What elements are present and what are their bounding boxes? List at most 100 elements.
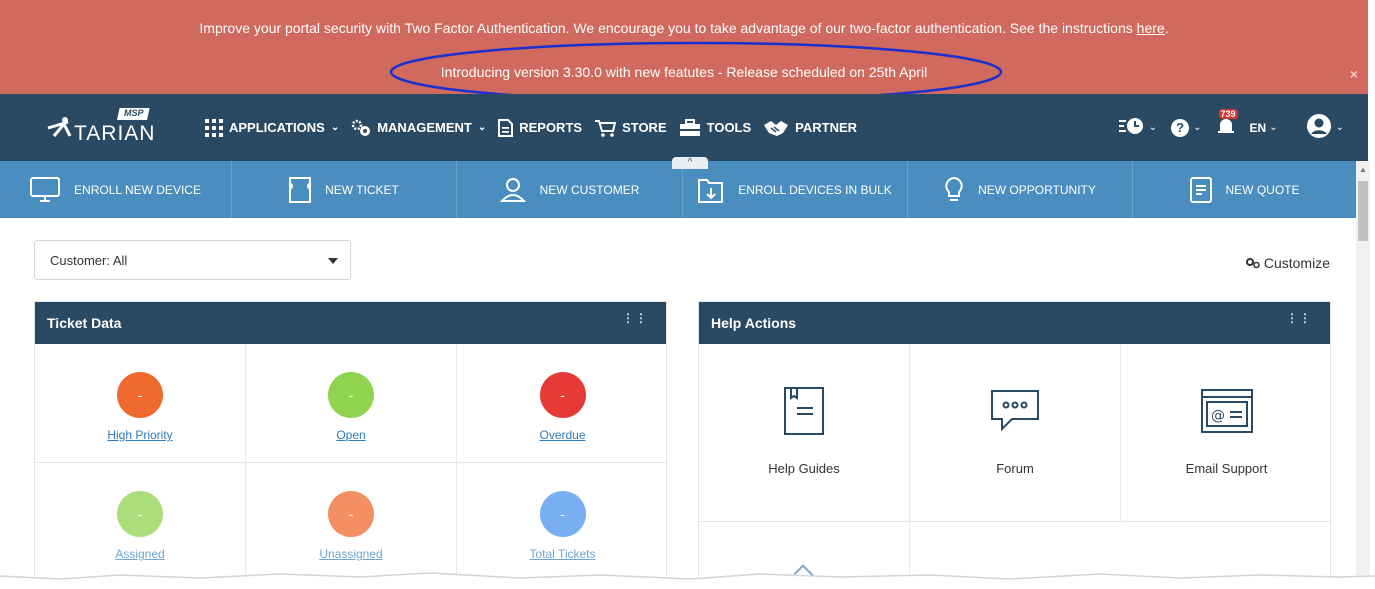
menu-applications[interactable]: APPLICATIONS ⌄ (205, 118, 340, 137)
lightbulb-icon (944, 176, 964, 204)
grid-icon (205, 118, 223, 137)
scroll-up-icon[interactable]: ▲ (1359, 165, 1367, 174)
quick-action-label: NEW TICKET (325, 182, 399, 197)
widget-title: Ticket Data (47, 315, 122, 331)
chevron-down-icon: ⌄ (1148, 122, 1158, 133)
menu-store[interactable]: STORE (594, 119, 667, 137)
new-quote-button[interactable]: NEW QUOTE (1133, 161, 1356, 218)
stat-link[interactable]: Open (336, 428, 365, 442)
torn-edge (0, 572, 1375, 589)
chevron-down-icon: ⌄ (1193, 122, 1202, 133)
menu-label: TOOLS (706, 120, 752, 135)
user-toolbar: ⌄ ? ⌄ 739 EN ⌄ ⌄ (1105, 94, 1344, 161)
bell-icon (1216, 117, 1236, 138)
stat-overdue[interactable]: - Overdue (457, 344, 668, 463)
widget-header: Help Actions ⋮⋮ (699, 302, 1330, 344)
enroll-devices-bulk-button[interactable]: ENROLL DEVICES IN BULK (683, 161, 908, 218)
collapse-toolbar-button[interactable]: ^ (672, 157, 708, 169)
customer-filter-dropdown[interactable]: Customer: All (34, 240, 351, 280)
chevron-down-icon: ⌄ (1269, 122, 1278, 133)
help-guides-tile[interactable]: Help Guides (699, 344, 910, 522)
scrollbar-thumb[interactable] (1358, 181, 1368, 241)
chevron-down-icon: ⌄ (330, 122, 340, 133)
two-factor-text: Improve your portal security with Two Fa… (199, 20, 1137, 36)
menu-label: MANAGEMENT (377, 120, 472, 135)
stat-count: - (539, 491, 586, 537)
menu-label: PARTNER (795, 120, 858, 135)
menu-reports[interactable]: REPORTS (498, 118, 583, 137)
enroll-new-device-button[interactable]: ENROLL NEW DEVICE (0, 161, 232, 218)
notifications-button[interactable]: 739 (1216, 109, 1238, 138)
top-navigation: TARIAN MSP APPLICATIONS ⌄ MANAGEMENT ⌄ R… (0, 94, 1368, 161)
monitor-icon (30, 176, 61, 203)
forum-tile[interactable]: Forum (910, 344, 1121, 522)
svg-text:@: @ (1211, 408, 1225, 424)
language-label: EN (1249, 120, 1267, 135)
gears-icon (1245, 257, 1260, 269)
help-button[interactable]: ? ⌄ (1171, 118, 1202, 137)
menu-partner[interactable]: PARTNER (763, 119, 857, 137)
stat-total-tickets[interactable]: - Total Tickets (457, 463, 668, 582)
logo-badge: MSP (124, 108, 144, 118)
tarian-logo[interactable]: TARIAN MSP (44, 106, 160, 148)
widget-header: Ticket Data ⋮⋮ (35, 302, 666, 344)
menu-management[interactable]: MANAGEMENT ⌄ (351, 119, 486, 137)
page-scrollbar[interactable]: ▲ (1356, 161, 1370, 581)
chevron-down-icon: ⌄ (477, 122, 487, 133)
help-tile-label: Help Guides (768, 461, 840, 476)
clock-list-icon (1118, 117, 1145, 138)
help-actions-widget: Help Actions ⋮⋮ Help Guides Forum @ Emai… (698, 301, 1332, 589)
help-tile-label: Email Support (1185, 461, 1268, 476)
book-icon (783, 386, 825, 436)
help-tile-label: Forum (996, 461, 1034, 476)
cart-icon (594, 119, 617, 137)
new-opportunity-button[interactable]: NEW OPPORTUNITY (908, 161, 1133, 218)
menu-tools[interactable]: TOOLS (679, 118, 752, 137)
stat-link[interactable]: High Priority (107, 428, 172, 442)
stat-link[interactable]: Unassigned (319, 547, 382, 561)
language-selector[interactable]: EN ⌄ (1250, 121, 1278, 135)
stat-link[interactable]: Overdue (539, 428, 585, 442)
stat-open[interactable]: - Open (246, 344, 457, 463)
stat-count: - (328, 491, 374, 537)
main-menu: APPLICATIONS ⌄ MANAGEMENT ⌄ REPORTS STOR… (205, 94, 869, 161)
stat-count: - (117, 372, 163, 418)
stat-assigned[interactable]: - Assigned (35, 463, 246, 582)
new-ticket-button[interactable]: NEW TICKET (232, 161, 457, 218)
chevron-down-icon: ⌄ (1335, 122, 1344, 133)
toolbox-icon (679, 118, 701, 137)
email-window-icon: @ (1200, 386, 1254, 436)
quick-action-label: ENROLL NEW DEVICE (74, 182, 201, 197)
account-menu[interactable]: ⌄ (1306, 113, 1344, 142)
quick-action-label: ENROLL DEVICES IN BULK (738, 182, 892, 197)
release-notice: Introducing version 3.30.0 with new feat… (440, 64, 928, 80)
bulk-enroll-icon (698, 176, 724, 204)
stat-link[interactable]: Total Tickets (529, 547, 595, 561)
ticket-icon (289, 176, 312, 203)
menu-label: STORE (622, 120, 667, 135)
two-factor-notice: Improve your portal security with Two Fa… (0, 20, 1368, 36)
stat-link[interactable]: Assigned (115, 547, 164, 561)
stat-count: - (539, 372, 586, 418)
quick-actions-bar: ENROLL NEW DEVICE NEW TICKET NEW CUSTOME… (0, 161, 1356, 218)
new-customer-button[interactable]: NEW CUSTOMER (457, 161, 683, 218)
stat-count: - (328, 372, 374, 418)
recent-activity-button[interactable]: ⌄ (1118, 117, 1158, 138)
email-support-tile[interactable]: @ Email Support (1121, 344, 1332, 522)
quote-document-icon (1189, 176, 1212, 203)
drag-handle-icon[interactable]: ⋮⋮ (1286, 312, 1312, 324)
ticket-data-widget: Ticket Data ⋮⋮ - High Priority - Open - … (34, 301, 668, 589)
customize-link[interactable]: Customize (1245, 255, 1330, 271)
customer-filter-value: Customer: All (50, 252, 128, 268)
close-banner-icon[interactable]: × (1350, 66, 1358, 82)
menu-label: REPORTS (519, 120, 583, 135)
security-banner: Improve your portal security with Two Fa… (0, 0, 1368, 94)
two-factor-text-end: . (1164, 20, 1169, 36)
drag-handle-icon[interactable]: ⋮⋮ (622, 312, 648, 324)
avatar-icon (1306, 113, 1332, 142)
instructions-link[interactable]: here (1137, 20, 1165, 36)
stat-unassigned[interactable]: - Unassigned (246, 463, 457, 582)
stat-count: - (117, 491, 163, 537)
quick-action-label: NEW CUSTOMER (539, 182, 640, 197)
stat-high-priority[interactable]: - High Priority (35, 344, 246, 463)
